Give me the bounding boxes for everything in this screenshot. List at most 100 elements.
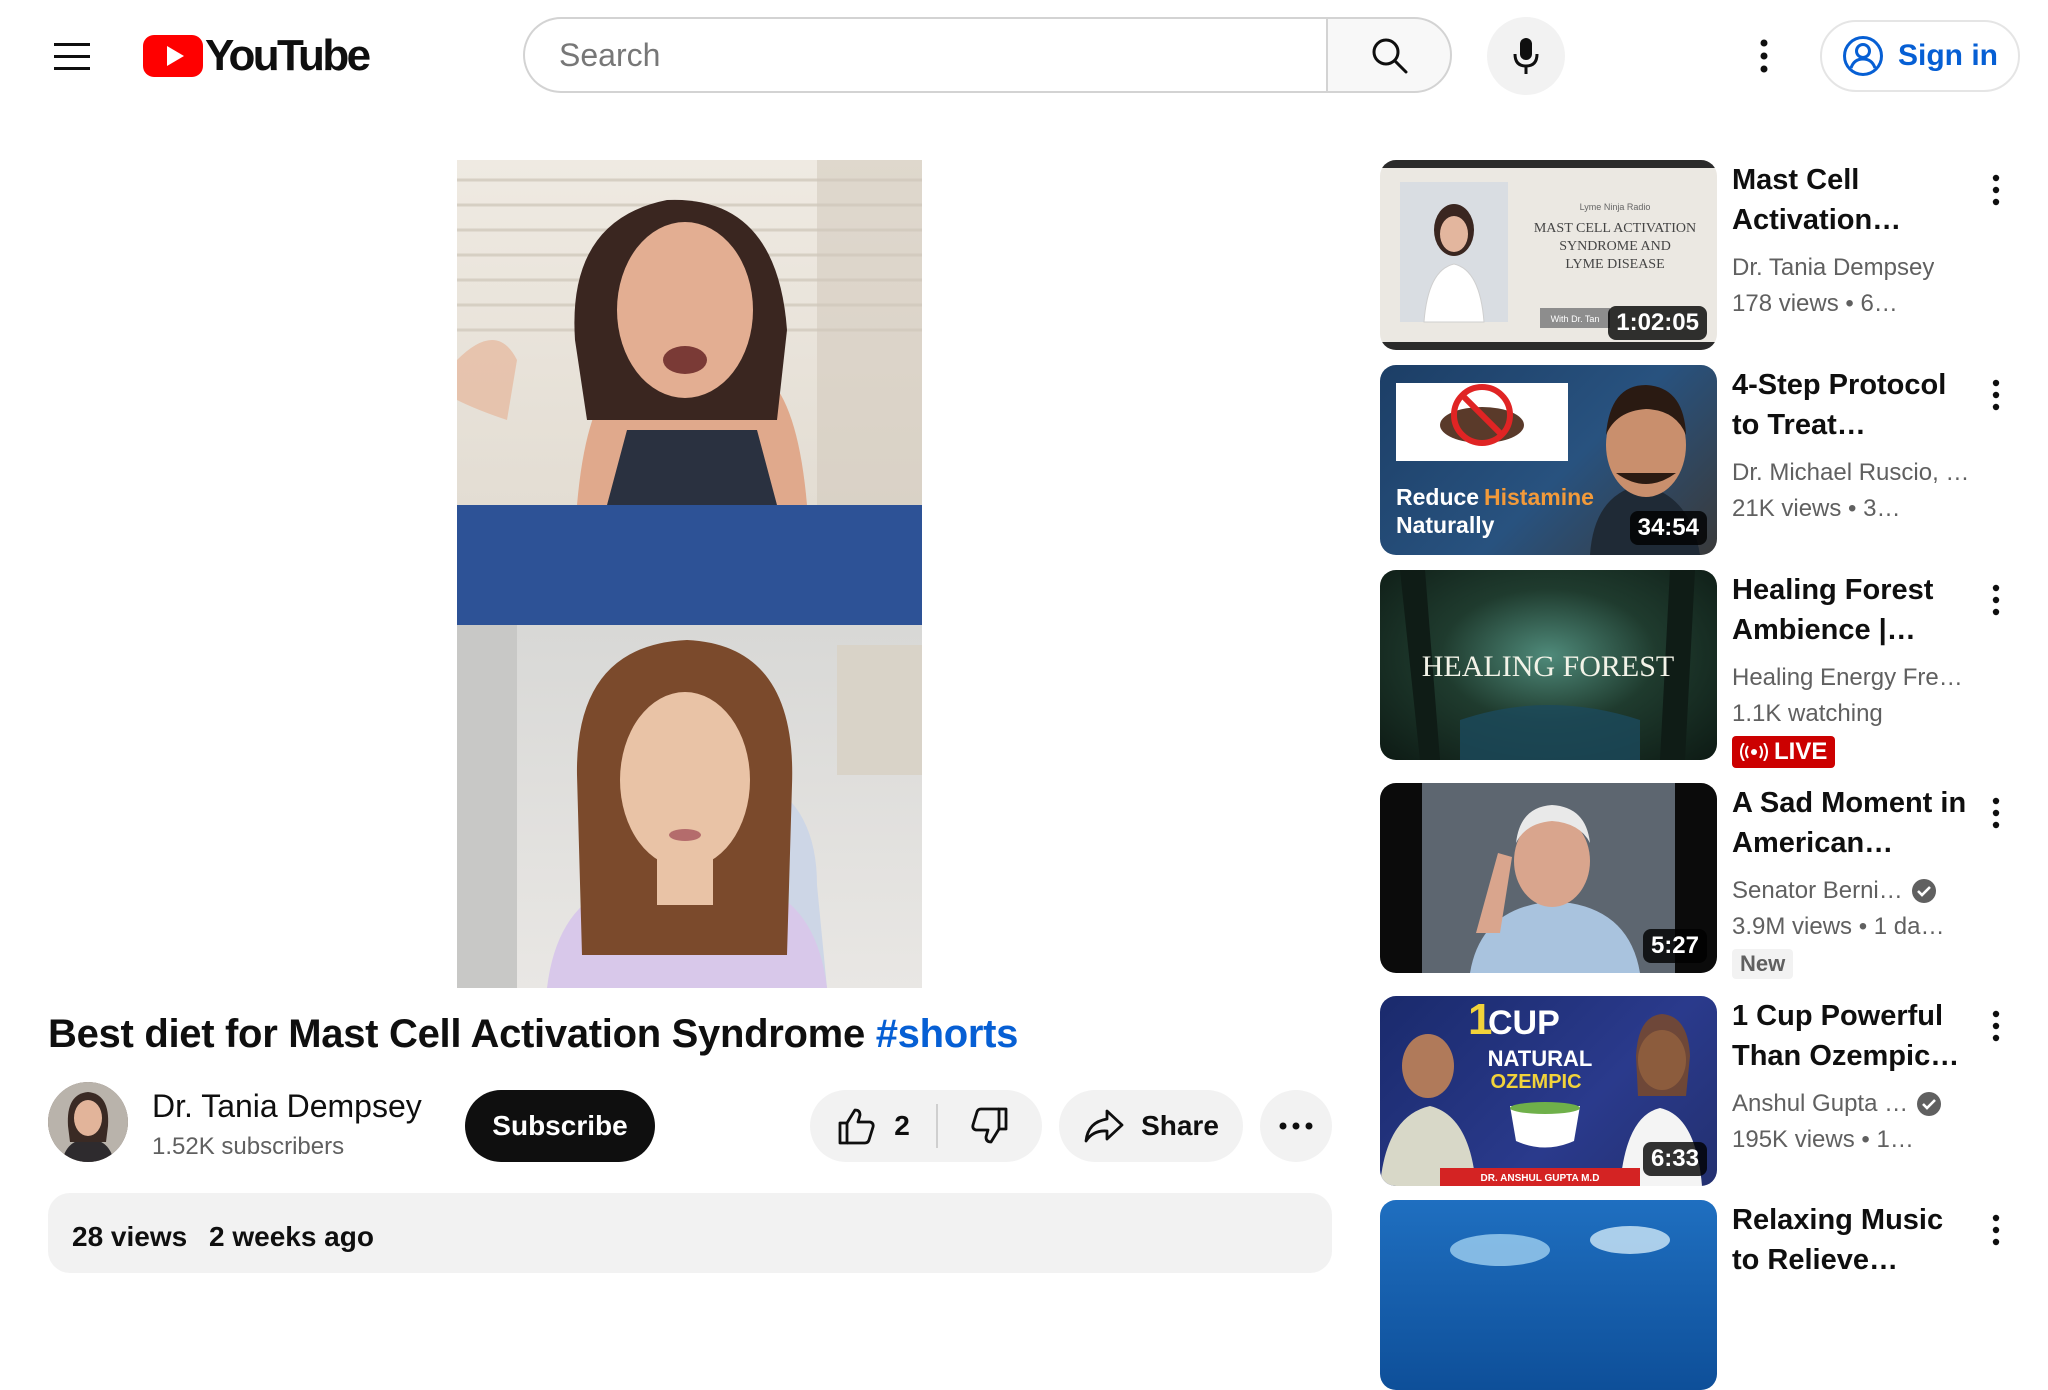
recommendation-thumbnail[interactable]: With Dr. Tan Lyme Ninja Radio MAST CELL … (1380, 160, 1717, 350)
recommendation-thumbnail[interactable]: Reduce Histamine Naturally 34:54 (1380, 365, 1717, 555)
recommendation-thumbnail[interactable]: 1 CUP NATURAL OZEMPIC DR. ANSHUL GUPTA M… (1380, 996, 1717, 1186)
channel-name-text: Dr. Michael Ruscio, … (1732, 459, 1970, 486)
recommendation-title[interactable]: Relaxing Music to Relieve Stress… (1732, 1200, 1972, 1280)
vertical-dots-icon (1760, 39, 1768, 73)
recommendation-item[interactable]: 5:27 A Sad Moment in American History Se… (1380, 783, 2020, 979)
thumb-healing-forest-text: HEALING FOREST (1422, 650, 1675, 683)
video-title: Best diet for Mast Cell Activation Syndr… (48, 1012, 1018, 1057)
account-circle-icon (1843, 36, 1883, 76)
recommendation-title[interactable]: Mast Cell Activation… (1732, 160, 1972, 240)
recommendation-channel[interactable]: Dr. Michael Ruscio, … (1732, 455, 1972, 491)
recommendation-item[interactable]: HEALING FOREST Healing Forest Ambience |… (1380, 570, 2020, 768)
live-broadcast-icon (1740, 743, 1768, 761)
voice-search-button[interactable] (1487, 17, 1565, 95)
recommendation-info: Relaxing Music to Relieve Stress… (1732, 1200, 1972, 1280)
recommendation-meta: 3.9M views • 1 da… (1732, 913, 1945, 940)
video-player[interactable] (457, 160, 922, 988)
thumb-histamine-text: Histamine (1484, 484, 1594, 510)
thumbs-up-icon (838, 1108, 875, 1145)
verified-badge-icon (1911, 878, 1937, 904)
recommendation-info: Mast Cell Activation… Dr. Tania Dempsey … (1732, 160, 1972, 322)
duration-badge: 5:27 (1642, 929, 1707, 963)
guide-menu-button[interactable] (40, 30, 104, 82)
thumb-reduce-text: Reduce (1396, 484, 1479, 510)
recommendation-item[interactable]: Reduce Histamine Naturally 34:54 4-Step … (1380, 365, 2020, 555)
thumb-natural-text: NATURAL (1488, 1046, 1593, 1071)
duration-badge: 1:02:05 (1608, 306, 1707, 340)
channel-avatar[interactable] (48, 1082, 128, 1162)
channel-name-text: Dr. Tania Dempsey (1732, 254, 1935, 281)
recommendation-info: 1 Cup Powerful Than Ozempic… Anshul Gupt… (1732, 996, 1972, 1158)
recommendation-title[interactable]: 4-Step Protocol to Treat… (1732, 365, 1972, 445)
verified-badge-icon (1916, 1091, 1942, 1117)
subscriber-count: 1.52K subscribers (152, 1133, 345, 1160)
recommendation-menu-button[interactable] (1974, 1200, 2018, 1260)
youtube-logo[interactable]: YouTube (143, 31, 371, 80)
sign-in-label: Sign in (1898, 39, 1998, 72)
thumb-line-3: LYME DISEASE (1565, 257, 1664, 272)
recommendation-thumbnail[interactable]: 5:27 (1380, 783, 1717, 973)
channel-name[interactable]: Dr. Tania Dempsey (152, 1088, 422, 1125)
vertical-dots-icon (1992, 797, 2000, 829)
recommendation-item[interactable]: With Dr. Tan Lyme Ninja Radio MAST CELL … (1380, 160, 2020, 350)
microphone-icon (1513, 38, 1539, 74)
channel-name-text: Senator Berni… (1732, 877, 1903, 904)
recommendation-menu-button[interactable] (1974, 570, 2018, 630)
share-label: Share (1141, 1110, 1219, 1141)
masthead: YouTube Sign in (0, 0, 2048, 112)
recommendation-item[interactable]: 1 CUP NATURAL OZEMPIC DR. ANSHUL GUPTA M… (1380, 996, 2020, 1186)
duration-badge: 34:54 (1629, 511, 1707, 545)
recommendation-title[interactable]: A Sad Moment in American History (1732, 783, 1972, 863)
description-box[interactable]: 28 views 2 weeks ago (48, 1193, 1332, 1273)
logo-wordmark: YouTube (205, 31, 371, 80)
thumb-ozempic-text: OZEMPIC (1490, 1071, 1581, 1093)
recommendation-menu-button[interactable] (1974, 160, 2018, 220)
recommendation-thumbnail[interactable]: HEALING FOREST (1380, 570, 1717, 760)
video-title-text: Best diet for Mast Cell Activation Syndr… (48, 1012, 865, 1056)
horizontal-dots-icon (1279, 1122, 1313, 1130)
live-label: LIVE (1774, 738, 1828, 765)
recommendation-title[interactable]: 1 Cup Powerful Than Ozempic… (1732, 996, 1972, 1076)
thumbs-down-icon (971, 1107, 1008, 1144)
more-actions-button[interactable] (1260, 1090, 1332, 1162)
thumbnail-art (1450, 1226, 1670, 1266)
new-badge: New (1732, 949, 1794, 979)
recommendation-channel[interactable]: Healing Energy Fre… (1732, 660, 1972, 696)
recommendation-menu-button[interactable] (1974, 783, 2018, 843)
sign-in-button[interactable]: Sign in (1820, 20, 2020, 92)
live-badge: LIVE (1732, 736, 1836, 768)
recommendation-meta: 195K views • 1… (1732, 1126, 1914, 1153)
recommendation-info: A Sad Moment in American History Senator… (1732, 783, 1972, 979)
channel-name-text: Healing Energy Fre… (1732, 664, 1963, 691)
thumb-with-text: With Dr. Tan (1551, 314, 1600, 324)
share-arrow-icon (1084, 1109, 1124, 1143)
hashtag-link[interactable]: #shorts (876, 1012, 1019, 1056)
video-frame-bottom (457, 625, 922, 988)
like-button[interactable]: 2 (810, 1090, 936, 1162)
recommendation-channel[interactable]: Anshul Gupta … (1732, 1086, 1972, 1122)
recommendation-info: 4-Step Protocol to Treat… Dr. Michael Ru… (1732, 365, 1972, 527)
hamburger-icon (54, 43, 90, 70)
recommendation-meta: 178 views • 6… (1732, 290, 1898, 317)
like-dislike-group: 2 (810, 1090, 1042, 1162)
dislike-button[interactable] (938, 1090, 1042, 1162)
recommendation-title[interactable]: Healing Forest Ambience |… (1732, 570, 1972, 650)
recommendation-menu-button[interactable] (1974, 996, 2018, 1056)
thumb-small-text: Lyme Ninja Radio (1580, 202, 1651, 212)
share-button[interactable]: Share (1059, 1090, 1243, 1162)
recommendation-channel[interactable]: Senator Berni… (1732, 873, 1972, 909)
avatar-image (48, 1082, 128, 1162)
search-input[interactable] (557, 35, 1301, 75)
recommendation-thumbnail[interactable] (1380, 1200, 1717, 1390)
description-meta: 28 views 2 weeks ago (72, 1221, 374, 1253)
video-frame-top (457, 160, 922, 505)
recommendation-channel[interactable]: Dr. Tania Dempsey (1732, 250, 1972, 286)
search-button[interactable] (1326, 17, 1452, 93)
recommendation-item[interactable]: Relaxing Music to Relieve Stress… (1380, 1200, 2020, 1390)
settings-more-button[interactable] (1738, 30, 1790, 82)
subscribe-button[interactable]: Subscribe (465, 1090, 655, 1162)
recommendation-menu-button[interactable] (1974, 365, 2018, 425)
vertical-dots-icon (1992, 1214, 2000, 1246)
like-count: 2 (894, 1110, 910, 1141)
post-date: 2 weeks ago (208, 1221, 374, 1252)
